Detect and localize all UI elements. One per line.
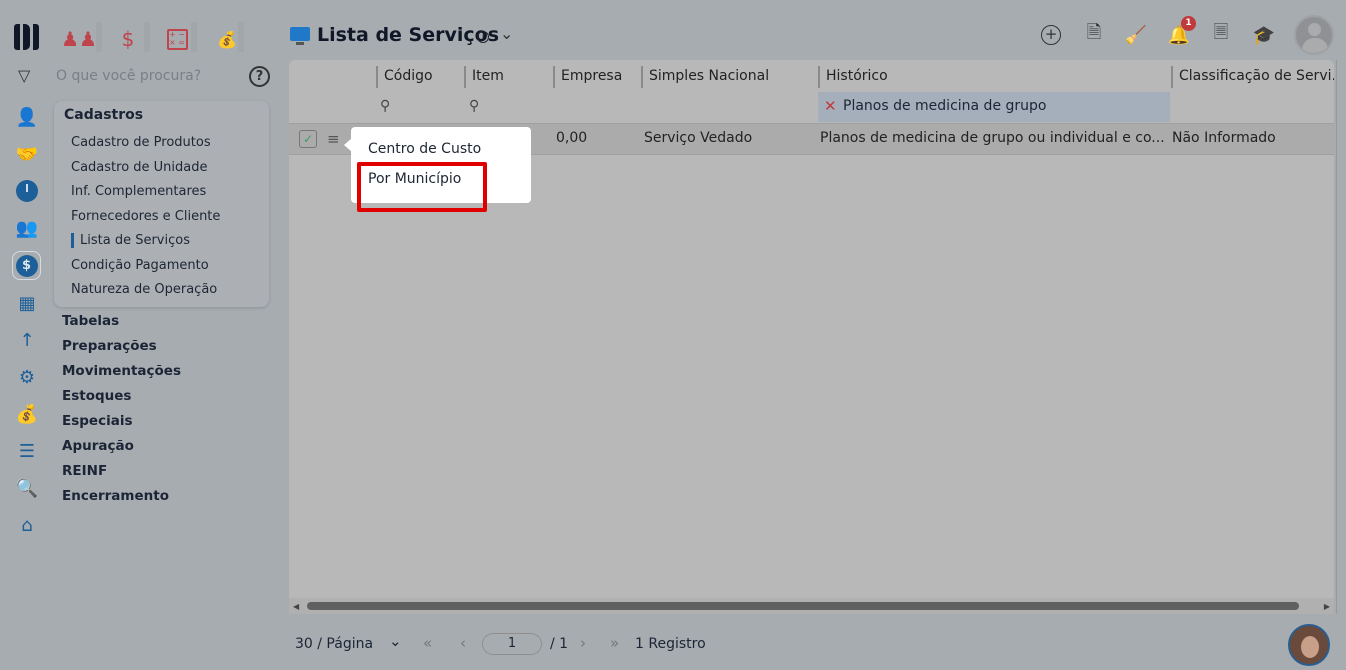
cell-simples: Serviço Vedado bbox=[644, 130, 753, 146]
submenu-item-active[interactable]: Lista de Serviços bbox=[80, 233, 190, 248]
prev-page-button[interactable]: ‹ bbox=[460, 634, 466, 652]
record-count: 1 Registro bbox=[635, 636, 706, 652]
gear-icon[interactable]: ⚙ bbox=[14, 364, 40, 390]
assistant-avatar[interactable] bbox=[1288, 624, 1330, 666]
user-avatar[interactable] bbox=[1294, 15, 1334, 55]
user-settings-icon[interactable]: 👤 bbox=[14, 104, 40, 130]
add-icon[interactable]: + bbox=[1038, 22, 1064, 48]
submenu-cadastros: Cadastros Cadastro de Produtos Cadastro … bbox=[54, 101, 269, 307]
filter-icon[interactable]: ▽ bbox=[18, 66, 30, 85]
search-input[interactable]: O que você procura? bbox=[56, 68, 201, 84]
cell-classificacao: Não Informado bbox=[1172, 130, 1276, 146]
clear-filter-icon[interactable]: ✕ bbox=[824, 97, 837, 115]
horizontal-scrollbar[interactable]: ◀ ▶ bbox=[289, 598, 1334, 614]
column-header-codigo[interactable]: Código bbox=[376, 66, 433, 88]
sidebar-item-apuracao[interactable]: Apuração bbox=[62, 438, 134, 454]
notification-badge: 1 bbox=[1181, 16, 1196, 31]
page-size-select[interactable]: 30 / Página bbox=[295, 636, 373, 652]
column-header-empresa[interactable]: Empresa bbox=[553, 66, 622, 88]
cell-historico: Planos de medicina de grupo ou individua… bbox=[820, 130, 1165, 146]
cell-empresa: 0,00 bbox=[556, 130, 588, 146]
historico-filter[interactable]: ✕ Planos de medicina de grupo bbox=[818, 92, 1170, 122]
submenu-item[interactable]: Cadastro de Unidade bbox=[71, 160, 208, 175]
submenu-item[interactable]: Cadastro de Produtos bbox=[71, 135, 211, 150]
column-header-classificacao[interactable]: Classificação de Servi. bbox=[1171, 66, 1334, 88]
submenu-title: Cadastros bbox=[64, 107, 144, 123]
submenu-item[interactable]: Fornecedores e Cliente bbox=[71, 209, 220, 224]
filter-value: Planos de medicina de grupo bbox=[843, 98, 1047, 114]
submenu-item[interactable]: Inf. Complementares bbox=[71, 184, 206, 199]
document-icon[interactable]: 🗎 bbox=[1081, 22, 1107, 48]
layers-icon[interactable]: ☰ bbox=[14, 438, 40, 464]
dollar-icon[interactable]: $ bbox=[111, 22, 145, 56]
graduation-cap-icon[interactable]: 🎓 bbox=[1251, 22, 1277, 48]
tax-arrow-icon[interactable]: ↑ bbox=[14, 327, 40, 353]
sidebar-item-reinf[interactable]: REINF bbox=[62, 463, 107, 479]
dollar-circle-icon[interactable]: $ bbox=[12, 251, 41, 280]
last-page-button[interactable]: » bbox=[610, 634, 619, 652]
sidebar-item-movimentacoes[interactable]: Movimentações bbox=[62, 363, 181, 379]
row-checkbox[interactable]: ✓ bbox=[299, 130, 317, 148]
calculator-icon[interactable]: + − × = bbox=[160, 22, 194, 56]
handshake-icon[interactable]: 🤝 bbox=[14, 141, 40, 167]
submenu-item[interactable]: Condição Pagamento bbox=[71, 258, 209, 273]
menu-item-centro-de-custo[interactable]: Centro de Custo bbox=[368, 141, 481, 157]
home-icon[interactable]: ⌂ bbox=[14, 512, 40, 538]
info-icon[interactable]: i bbox=[477, 31, 489, 43]
page-title: Lista de Serviços bbox=[317, 24, 500, 46]
users-icon[interactable]: ♟♟ bbox=[61, 22, 97, 56]
next-page-button[interactable]: › bbox=[580, 634, 586, 652]
sidebar-item-preparacoes[interactable]: Preparações bbox=[62, 338, 157, 354]
page-input[interactable]: 1 bbox=[482, 633, 542, 655]
column-header-item[interactable]: Item bbox=[464, 66, 504, 88]
filter-search-icon[interactable]: ⚲ bbox=[380, 98, 390, 114]
sidebar-item-tabelas[interactable]: Tabelas bbox=[62, 313, 119, 329]
help-icon[interactable]: ? bbox=[249, 66, 270, 87]
vertical-scrollbar[interactable] bbox=[1336, 60, 1346, 614]
filter-search-icon[interactable]: ⚲ bbox=[469, 98, 479, 114]
chevron-down-icon[interactable]: ⌄ bbox=[500, 24, 513, 43]
money-bag-icon[interactable]: 💰 bbox=[14, 401, 40, 427]
column-header-simples[interactable]: Simples Nacional bbox=[641, 66, 769, 88]
broom-icon[interactable]: 🧹 bbox=[1123, 22, 1149, 48]
clock-icon[interactable] bbox=[14, 178, 40, 204]
search-document-icon[interactable]: 🗏 bbox=[1208, 22, 1234, 48]
sidebar-item-estoques[interactable]: Estoques bbox=[62, 388, 131, 404]
first-page-button[interactable]: « bbox=[423, 634, 432, 652]
sidebar-item-encerramento[interactable]: Encerramento bbox=[62, 488, 169, 504]
search-icon[interactable]: 🔍 bbox=[14, 475, 40, 501]
chevron-down-icon[interactable]: ⌄ bbox=[389, 632, 402, 650]
calculator-icon[interactable]: ▦ bbox=[14, 290, 40, 316]
submenu-item[interactable]: Natureza de Operação bbox=[71, 282, 217, 297]
people-icon[interactable]: 👥 bbox=[14, 215, 40, 241]
row-menu-icon[interactable]: ≡ bbox=[327, 130, 340, 148]
highlight-box bbox=[357, 162, 487, 212]
total-pages: / 1 bbox=[550, 636, 569, 652]
column-header-historico[interactable]: Histórico bbox=[818, 66, 888, 88]
logo[interactable] bbox=[14, 24, 42, 50]
sidebar-item-especiais[interactable]: Especiais bbox=[62, 413, 132, 429]
monitor-icon bbox=[290, 27, 310, 41]
